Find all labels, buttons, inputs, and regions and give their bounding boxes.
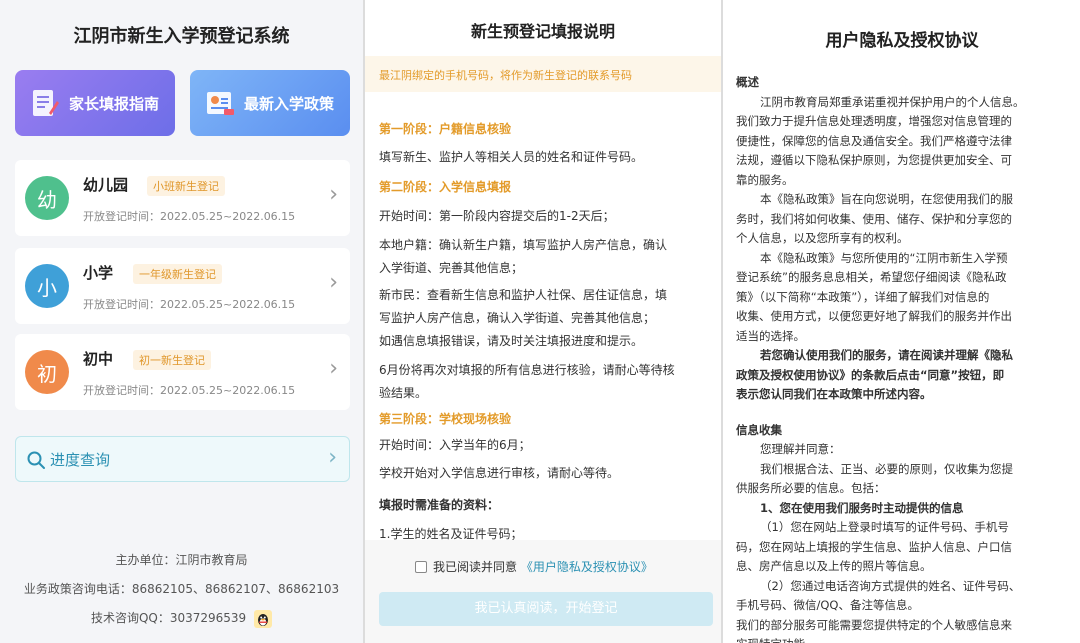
parent-guide-label: 家长填报指南 xyxy=(69,94,160,113)
instruction-line: 填报时需准备的资料： xyxy=(379,498,500,512)
card-junior-high[interactable]: 初 初中 初一新生登记 开放登记时间：2022.05.25~2022.06.15… xyxy=(15,334,350,410)
card-kindergarten[interactable]: 幼 幼儿园 小班新生登记 开放登记时间：2022.05.25~2022.06.1… xyxy=(15,160,350,236)
agree-checkbox[interactable] xyxy=(415,561,427,573)
instruction-line: 填写新生、监护人等相关人员的姓名和证件号码。 xyxy=(379,150,644,164)
card-name: 小学 xyxy=(83,264,114,282)
agreement-line: 登记系统”的服务息息相关，希望您仔细阅读《隐私政 xyxy=(736,270,1007,284)
system-title: 江阴市新生入学预登记系统 xyxy=(73,26,290,47)
instruction-line: 开始时间：第一阶段内容提交后的1-2天后； xyxy=(379,209,615,223)
agreement-line: 收集、使用方式，以便您更好地了解我们的服务并作出 xyxy=(736,309,1012,323)
agreement-line: （1）您在网站上登录时填写的证件号码、手机号 xyxy=(760,520,1009,534)
agreement-line: 本《隐私政策》旨在向您说明，在您使用我们的服 xyxy=(760,192,1013,206)
instruction-line: 写监护人房产信息，确认入学街道、完善其他信息； xyxy=(379,311,656,325)
agreement-line: 息、房产信息以及上传的照片等信息。 xyxy=(736,559,932,573)
parent-guide-button[interactable]: 家长填报指南 xyxy=(15,70,175,136)
privacy-title: 用户隐私及授权协议 xyxy=(825,31,979,51)
instruction-line: 本地户籍：确认新生户籍，填写监护人房产信息，确认 xyxy=(379,238,668,252)
instruction-line: 学校开始对入学信息进行审核，请耐心等待。 xyxy=(379,466,620,480)
primary-school-badge: 小 xyxy=(25,264,69,308)
card-tag: 一年级新生登记 xyxy=(133,264,222,284)
tech-qq: 技术咨询QQ：3037296539 xyxy=(90,611,247,625)
agreement-line: 我们致力于提升信息处理透明度，增强您对信息管理的 xyxy=(736,114,1012,128)
section-heading: 概述 xyxy=(736,75,759,89)
agreement-line: 若您确认使用我们的服务，请在阅读并理解《隐私 xyxy=(760,348,1013,362)
id-card-icon xyxy=(207,92,234,115)
agreement-line: 江阴市教育局郑重承诺重视并保护用户的个人信息。 xyxy=(760,94,1025,109)
instruction-line: 开始时间：入学当年的6月； xyxy=(379,438,531,452)
stage-heading: 第一阶段：户籍信息核验 xyxy=(379,122,512,136)
agreement-line: （2）您通过电话咨询方式提供的姓名、证件号码、 xyxy=(760,578,1021,593)
panel-divider xyxy=(721,0,723,643)
latest-policy-label: 最新入学政策 xyxy=(244,94,335,113)
card-name: 幼儿园 xyxy=(83,176,129,194)
phone-notice: 最江阴绑定的手机号码，将作为新生登记的联系号码 xyxy=(365,56,721,92)
card-name: 初中 xyxy=(83,350,114,368)
instructions-panel: 新生预登记填报说明 最江阴绑定的手机号码，将作为新生登记的联系号码 第一阶段：户… xyxy=(365,0,721,643)
agreement-line: 表示您认同我们在本政策中所述内容。 xyxy=(736,387,932,401)
agreement-line: 我们根据合法、正当、必要的原则，仅收集为您提 xyxy=(760,461,1013,476)
junior-high-badge: 初 xyxy=(25,350,69,394)
start-registration-button[interactable]: 我已认真阅读，开始登记 xyxy=(379,592,713,626)
latest-policy-button[interactable]: 最新入学政策 xyxy=(190,70,350,136)
privacy-agreement-link[interactable]: 《用户隐私及授权协议》 xyxy=(521,560,653,574)
privacy-panel: 用户隐私及授权协议 概述 江阴市教育局郑重承诺重视并保护用户的个人信息。我们致力于… xyxy=(724,0,1080,643)
agreement-line: 您理解并同意： xyxy=(760,442,841,456)
instruction-line: 6月份将再次对填报的所有信息进行核验，请耐心等待核 xyxy=(379,363,675,377)
agreement-line: 适当的选择。 xyxy=(736,328,805,343)
agreement-line: 1、您在使用我们服务时主动提供的信息 xyxy=(760,500,964,515)
agreement-line: 务时，我们将如何收集、使用、储存、保护和分享您的 xyxy=(736,211,1012,226)
agreement-line: 本《隐私政策》与您所使用的“江阴市新生入学预 xyxy=(760,250,1008,265)
agreement-line: 政策及授权使用协议》的条款后点击“同意”按钮，即 xyxy=(736,367,1005,382)
agreement-bar: 我已阅读并同意 《用户隐私及授权协议》 我已认真阅读，开始登记 xyxy=(365,540,721,643)
document-edit-icon xyxy=(33,90,59,116)
tech-qq-row: 技术咨询QQ：3037296539 xyxy=(0,609,363,628)
agreement-line: 个人信息，以及您所享有的权利。 xyxy=(736,231,909,245)
stage-heading: 第三阶段：学校现场核验 xyxy=(379,412,512,426)
qq-penguin-icon[interactable] xyxy=(254,609,273,628)
instruction-line: 入学街道、完善其他信息； xyxy=(379,261,524,275)
card-primary-school[interactable]: 小 小学 一年级新生登记 开放登记时间：2022.05.25~2022.06.1… xyxy=(15,248,350,324)
agreement-line: 策》（以下简称“本政策”），详细了解我们对信息的 xyxy=(736,289,990,304)
agreement-line: 供服务所必要的信息。包括： xyxy=(736,481,886,495)
agreement-line: 码，您在网站上填报的学生信息、监护人信息、户口信 xyxy=(736,539,1012,554)
card-time: 开放登记时间：2022.05.25~2022.06.15 xyxy=(83,298,296,311)
card-time: 开放登记时间：2022.05.25~2022.06.15 xyxy=(83,384,296,397)
policy-phone: 业务政策咨询电话：86862105、86862107、86862103 xyxy=(23,582,340,596)
host-unit: 主办单位：江阴市教育局 xyxy=(115,553,248,567)
agree-prefix: 我已阅读并同意 xyxy=(433,560,518,574)
progress-query-button[interactable]: 进度查询 › xyxy=(15,436,350,482)
home-panel: 江阴市新生入学预登记系统 家长填报指南 最新入学政策 幼 幼儿园 小班新生登记 … xyxy=(0,0,363,643)
card-tag: 初一新生登记 xyxy=(133,350,211,370)
instruction-line: 如遇信息填报错误，请及时关注填报进度和提示。 xyxy=(379,334,644,348)
agreement-line: 我们的部分服务可能需要您提供特定的个人敏感信息来 xyxy=(736,617,1012,632)
agreement-line: 实现特定功能 xyxy=(736,634,1072,643)
kindergarten-badge: 幼 xyxy=(25,176,69,220)
agree-text: 我已阅读并同意 《用户隐私及授权协议》 xyxy=(433,558,653,575)
chevron-right-icon: › xyxy=(328,445,337,470)
agreement-line: 手机号码、微信/QQ、备注等信息。 xyxy=(736,598,919,612)
chevron-right-icon: › xyxy=(329,356,338,381)
progress-query-label: 进度查询 xyxy=(50,451,111,469)
instructions-title: 新生预登记填报说明 xyxy=(470,22,615,41)
agreement-line: 法规，遵循以下隐私保护原则，为您提供更加安全、可 xyxy=(736,153,1012,167)
section-heading: 信息收集 xyxy=(736,422,782,437)
card-time: 开放登记时间：2022.05.25~2022.06.15 xyxy=(83,210,296,223)
agreement-line: 靠的服务。 xyxy=(736,172,794,187)
agreement-line: 便捷性，保障您的信息及通信安全。我们严格遵守法律 xyxy=(736,133,1012,148)
chevron-right-icon: › xyxy=(329,182,338,207)
chevron-right-icon: › xyxy=(329,270,338,295)
stage-heading: 第二阶段：入学信息填报 xyxy=(379,180,512,194)
card-tag: 小班新生登记 xyxy=(147,176,225,196)
search-icon xyxy=(27,451,45,469)
instruction-line: 新市民：查看新生信息和监护人社保、居住证信息，填 xyxy=(379,288,668,302)
instruction-line: 验结果。 xyxy=(379,386,428,400)
